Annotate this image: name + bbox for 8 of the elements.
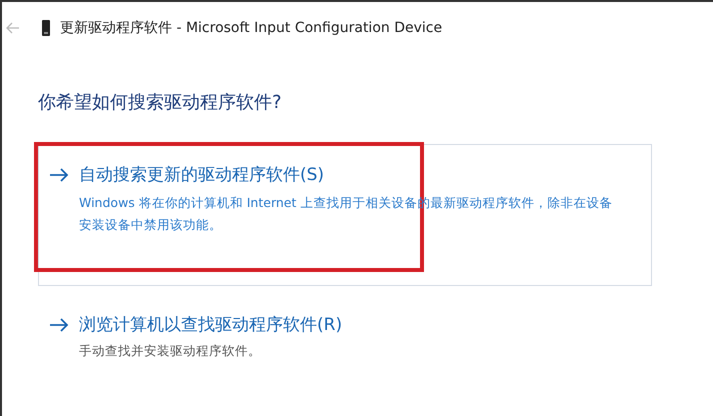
arrow-icon	[49, 318, 69, 332]
option-link[interactable]: 自动搜索更新的驱动程序软件(S)	[79, 163, 324, 186]
device-icon	[42, 20, 50, 36]
heading: 你希望如何搜索驱动程序软件?	[38, 91, 283, 114]
option-description: 手动查找并安装驱动程序软件。	[79, 342, 262, 360]
option-link[interactable]: 浏览计算机以查找驱动程序软件(R)	[79, 313, 342, 336]
window-title: 更新驱动程序软件 - Microsoft Input Configuration Device	[60, 19, 442, 37]
arrow-icon	[49, 168, 69, 182]
